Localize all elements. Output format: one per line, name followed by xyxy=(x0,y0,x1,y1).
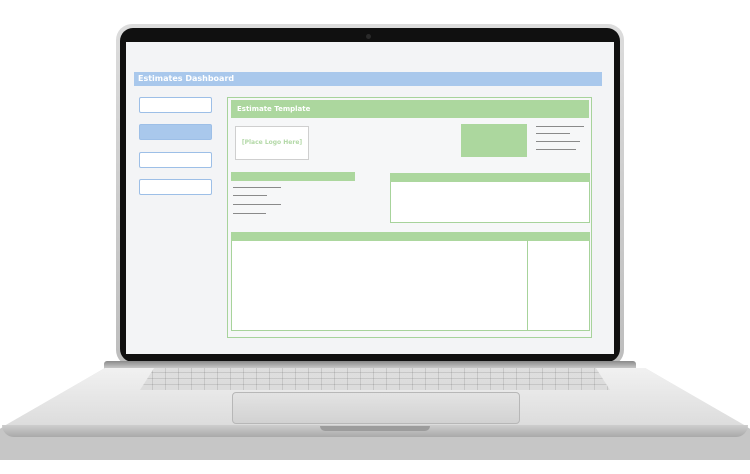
client-line-4 xyxy=(233,213,266,214)
line-items-column-divider xyxy=(527,240,528,331)
company-line-1 xyxy=(536,126,584,127)
trackpad xyxy=(232,392,520,424)
sidebar-item-2-active[interactable] xyxy=(139,124,212,140)
app-title-bar: Estimates Dashboard xyxy=(134,72,602,86)
estimate-info-bar xyxy=(390,173,590,182)
logo-placeholder[interactable]: [Place Logo Here] xyxy=(235,126,309,160)
line-items-bar xyxy=(231,232,590,241)
client-line-3 xyxy=(233,204,281,205)
sidebar-item-3[interactable] xyxy=(139,152,212,168)
client-section-bar xyxy=(231,172,355,181)
webcam-icon xyxy=(366,34,371,39)
lid-opening-notch xyxy=(320,426,430,431)
company-line-2 xyxy=(536,133,570,134)
line-items-box xyxy=(231,232,590,331)
client-line-2 xyxy=(233,195,267,196)
company-line-3 xyxy=(536,141,580,142)
laptop-screen: Estimates Dashboard Estimate Template [P… xyxy=(126,42,614,354)
company-line-4 xyxy=(536,149,576,150)
client-line-1 xyxy=(233,187,281,188)
template-title: Estimate Template xyxy=(231,100,589,118)
sidebar-item-4[interactable] xyxy=(139,179,212,195)
laptop-hinge xyxy=(104,361,636,369)
sidebar-item-1[interactable] xyxy=(139,97,212,113)
header-image-block xyxy=(461,124,527,157)
keyboard xyxy=(140,368,610,390)
